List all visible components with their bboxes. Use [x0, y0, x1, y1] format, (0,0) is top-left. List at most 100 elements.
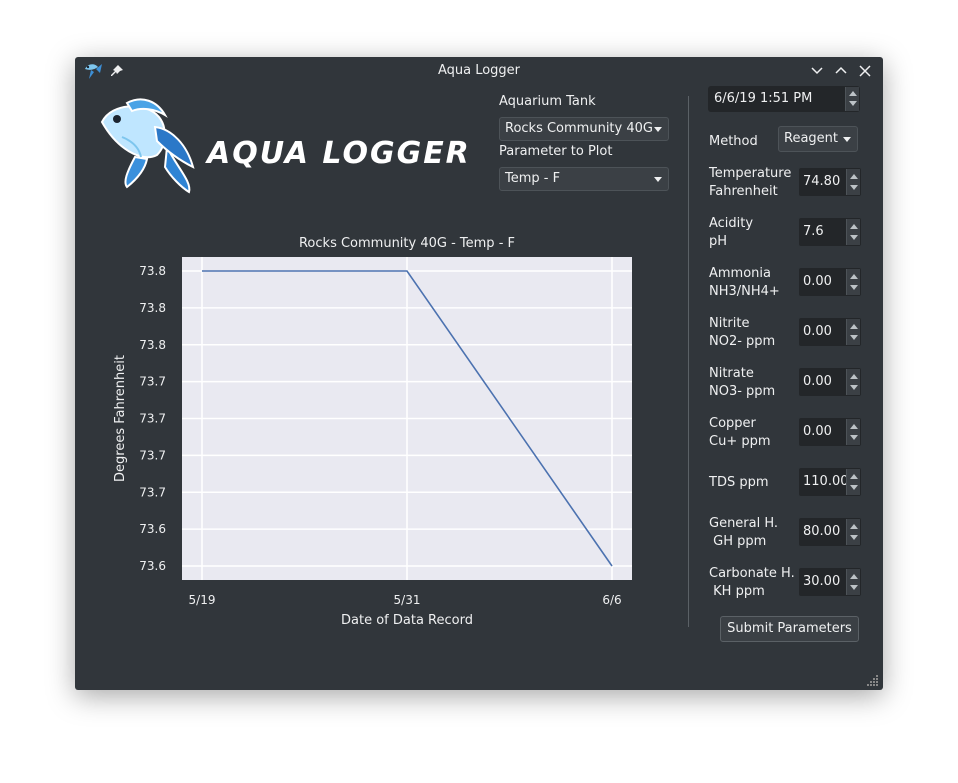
field-stepper[interactable] — [846, 569, 860, 595]
chevron-down-icon — [843, 137, 851, 142]
submit-parameters-button[interactable]: Submit Parameters — [720, 616, 859, 642]
field-label: Nitrate — [709, 366, 754, 381]
arrow-down-icon[interactable] — [850, 535, 858, 540]
datetime-input[interactable]: 6/6/19 1:51 PM — [708, 86, 860, 112]
chart-title: Rocks Community 40G - Temp - F — [299, 236, 515, 251]
x-tick-label: 5/31 — [394, 593, 421, 607]
chevron-down-icon — [654, 127, 662, 132]
field-stepper[interactable] — [846, 319, 860, 345]
field-value: 0.00 — [803, 274, 832, 289]
tank-select-value: Rocks Community 40G — [505, 121, 653, 136]
field-label: Carbonate H. — [709, 566, 795, 581]
title-bar: Aqua Logger — [75, 57, 883, 85]
field-spinbox[interactable]: 74.80 — [798, 167, 862, 197]
arrow-up-icon[interactable] — [850, 524, 858, 529]
y-tick-label: 73.6 — [139, 522, 166, 536]
y-tick-label: 73.7 — [139, 412, 166, 426]
datetime-stepper[interactable] — [845, 87, 859, 111]
y-tick-label: 73.6 — [139, 559, 166, 573]
tank-select[interactable]: Rocks Community 40G — [499, 117, 669, 141]
resize-grip-icon[interactable] — [867, 674, 879, 686]
field-stepper[interactable] — [846, 269, 860, 295]
field-spinbox[interactable]: 110.00 — [798, 467, 862, 497]
field-value: 110.00 — [803, 474, 849, 489]
field-spinbox[interactable]: 7.6 — [798, 217, 862, 247]
field-stepper[interactable] — [846, 469, 860, 495]
arrow-down-icon[interactable] — [850, 285, 858, 290]
arrow-down-icon[interactable] — [849, 101, 857, 106]
arrow-up-icon[interactable] — [849, 91, 857, 96]
field-stepper[interactable] — [846, 369, 860, 395]
field-stepper[interactable] — [846, 419, 860, 445]
minimize-icon[interactable] — [809, 63, 825, 79]
field-sublabel: Cu+ ppm — [709, 434, 771, 449]
chevron-down-icon — [654, 177, 662, 182]
arrow-up-icon[interactable] — [850, 374, 858, 379]
field-sublabel: NO2- ppm — [709, 334, 776, 349]
arrow-down-icon[interactable] — [850, 185, 858, 190]
arrow-up-icon[interactable] — [850, 224, 858, 229]
arrow-down-icon[interactable] — [850, 485, 858, 490]
field-label: TDS ppm — [709, 475, 769, 490]
x-tick-label: 5/19 — [189, 593, 216, 607]
field-stepper[interactable] — [846, 519, 860, 545]
field-stepper[interactable] — [846, 219, 860, 245]
arrow-down-icon[interactable] — [850, 235, 858, 240]
y-tick-label: 73.8 — [139, 301, 166, 315]
arrow-up-icon[interactable] — [850, 274, 858, 279]
field-value: 74.80 — [803, 174, 841, 189]
y-tick-label: 73.7 — [139, 448, 166, 462]
parameter-chart: 73.8 73.8 73.8 73.7 73.7 73.7 73.7 73.6 73.6 5/19… — [113, 236, 632, 628]
field-spinbox[interactable]: 0.00 — [798, 317, 862, 347]
maximize-icon[interactable] — [833, 63, 849, 79]
y-tick-label: 73.8 — [139, 338, 166, 352]
close-icon[interactable] — [857, 63, 873, 79]
parameter-select-value: Temp - F — [505, 171, 561, 186]
field-spinbox[interactable]: 30.00 — [798, 567, 862, 597]
arrow-down-icon[interactable] — [850, 585, 858, 590]
parameter-label: Parameter to Plot — [499, 144, 613, 159]
y-axis-label: Degrees Fahrenheit — [113, 355, 128, 482]
method-label: Method — [709, 134, 758, 149]
vertical-divider — [688, 96, 689, 627]
field-sublabel: NO3- ppm — [709, 384, 776, 399]
field-stepper[interactable] — [846, 169, 860, 195]
arrow-down-icon[interactable] — [850, 385, 858, 390]
window-title: Aqua Logger — [437, 63, 521, 78]
field-value: 0.00 — [803, 324, 832, 339]
app-window: Aqua Logger AQUA LOGGER Aquarium Tank Ro… — [75, 57, 883, 690]
arrow-up-icon[interactable] — [850, 324, 858, 329]
x-tick-label: 6/6 — [602, 593, 621, 607]
field-sublabel: GH ppm — [709, 534, 767, 549]
arrow-up-icon[interactable] — [850, 574, 858, 579]
field-spinbox[interactable]: 0.00 — [798, 417, 862, 447]
field-label: Acidity — [709, 216, 754, 231]
y-tick-label: 73.8 — [139, 264, 166, 278]
arrow-up-icon[interactable] — [850, 474, 858, 479]
field-spinbox[interactable]: 0.00 — [798, 367, 862, 397]
betta-fish-logo-icon — [100, 98, 195, 194]
field-label: Copper — [709, 416, 756, 431]
field-value: 80.00 — [803, 524, 841, 539]
logo-text: AQUA LOGGER — [205, 136, 467, 171]
tank-label: Aquarium Tank — [499, 94, 596, 109]
arrow-down-icon[interactable] — [850, 435, 858, 440]
field-label: Temperature — [709, 166, 792, 181]
method-select[interactable]: Reagent — [778, 126, 858, 152]
field-value: 30.00 — [803, 574, 841, 589]
field-label: Nitrite — [709, 316, 750, 331]
arrow-up-icon[interactable] — [850, 424, 858, 429]
parameter-select[interactable]: Temp - F — [499, 167, 669, 191]
field-sublabel: NH3/NH4+ — [709, 284, 780, 299]
y-tick-label: 73.7 — [139, 375, 166, 389]
field-label: General H. — [709, 516, 779, 531]
field-spinbox[interactable]: 0.00 — [798, 267, 862, 297]
field-spinbox[interactable]: 80.00 — [798, 517, 862, 547]
x-axis-label: Date of Data Record — [341, 613, 473, 628]
field-value: 0.00 — [803, 374, 832, 389]
field-value: 7.6 — [803, 224, 824, 239]
field-label: Ammonia — [709, 266, 771, 281]
arrow-up-icon[interactable] — [850, 174, 858, 179]
field-value: 0.00 — [803, 424, 832, 439]
arrow-down-icon[interactable] — [850, 335, 858, 340]
